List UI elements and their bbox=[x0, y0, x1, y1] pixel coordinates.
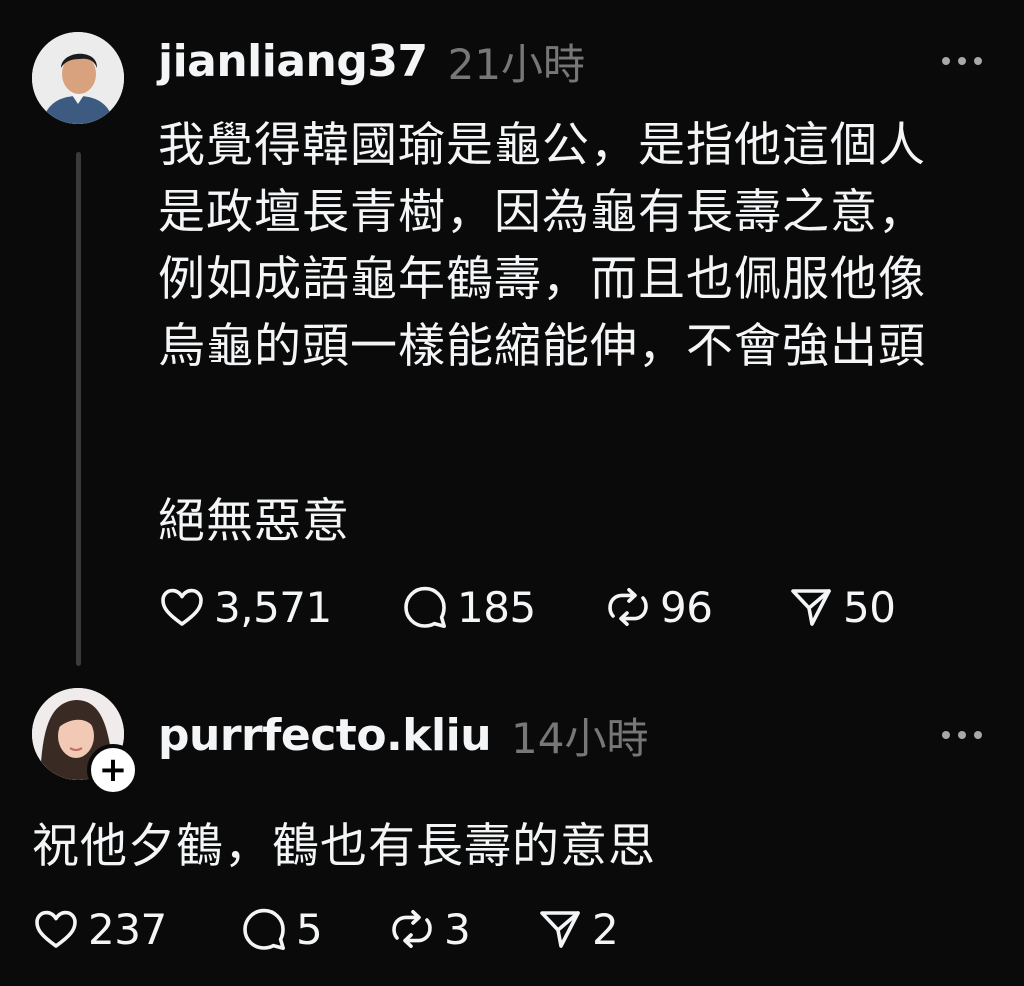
like-button[interactable]: 3,571 bbox=[158, 583, 401, 632]
post-body-paragraph-2: 絕無惡意 bbox=[158, 494, 350, 549]
comment-count: 185 bbox=[457, 582, 536, 632]
avatar-jianliang37[interactable] bbox=[32, 32, 124, 124]
share-button[interactable]: 50 bbox=[787, 582, 896, 632]
reply-time: 14小時 bbox=[511, 713, 649, 763]
comment-bubble-icon bbox=[243, 908, 285, 950]
comment-bubble-icon bbox=[404, 586, 446, 628]
share-count: 2 bbox=[592, 904, 619, 954]
repost-button[interactable]: 3 bbox=[388, 905, 536, 954]
send-icon bbox=[791, 589, 831, 626]
repost-count: 3 bbox=[444, 904, 471, 954]
share-count: 50 bbox=[843, 582, 896, 632]
plus-icon: + bbox=[98, 750, 128, 790]
comment-button[interactable]: 5 bbox=[240, 905, 388, 954]
comment-button[interactable]: 185 bbox=[401, 583, 604, 632]
post-time: 21小時 bbox=[447, 39, 586, 89]
more-options-button[interactable] bbox=[942, 725, 982, 745]
more-dots-icon bbox=[942, 57, 950, 65]
repost-button[interactable]: 96 bbox=[604, 583, 787, 632]
follow-button[interactable]: + bbox=[87, 744, 139, 796]
heart-icon bbox=[161, 588, 203, 626]
post-body-paragraph-1: 我覺得韓國瑜是龜公，是指他這個人是政壇長青樹，因為龜有長壽之意，例如成語龜年鶴壽… bbox=[158, 118, 926, 374]
comment-count: 5 bbox=[296, 904, 323, 954]
repost-icon bbox=[608, 588, 648, 626]
repost-count: 96 bbox=[660, 582, 713, 632]
main-post: jianliang37 21小時 我覺得韓國瑜是龜公，是指他這個人是政壇長青樹，… bbox=[0, 0, 1024, 680]
share-button[interactable]: 2 bbox=[536, 904, 619, 954]
reply-header: purrfecto.kliu 14小時 bbox=[158, 700, 648, 770]
more-options-button[interactable] bbox=[942, 51, 982, 71]
more-dots-icon bbox=[942, 731, 950, 739]
reply-body: 祝他夕鶴，鶴也有長壽的意思 bbox=[32, 819, 656, 874]
username[interactable]: purrfecto.kliu bbox=[158, 710, 492, 761]
username[interactable]: jianliang37 bbox=[158, 36, 428, 87]
send-icon bbox=[540, 911, 580, 948]
like-count: 3,571 bbox=[214, 582, 332, 632]
like-count: 237 bbox=[88, 904, 167, 954]
post-actions: 3,571 185 96 50 bbox=[158, 577, 896, 637]
like-button[interactable]: 237 bbox=[32, 905, 240, 954]
post-header: jianliang37 21小時 bbox=[158, 26, 585, 96]
heart-icon bbox=[35, 910, 77, 948]
repost-icon bbox=[392, 910, 432, 948]
avatar-photo bbox=[32, 32, 124, 124]
reply-post: + purrfecto.kliu 14小時 祝他夕鶴，鶴也有長壽的意思 237 … bbox=[0, 680, 1024, 986]
thread-line bbox=[76, 152, 81, 666]
reply-actions: 237 5 3 2 bbox=[32, 899, 619, 959]
